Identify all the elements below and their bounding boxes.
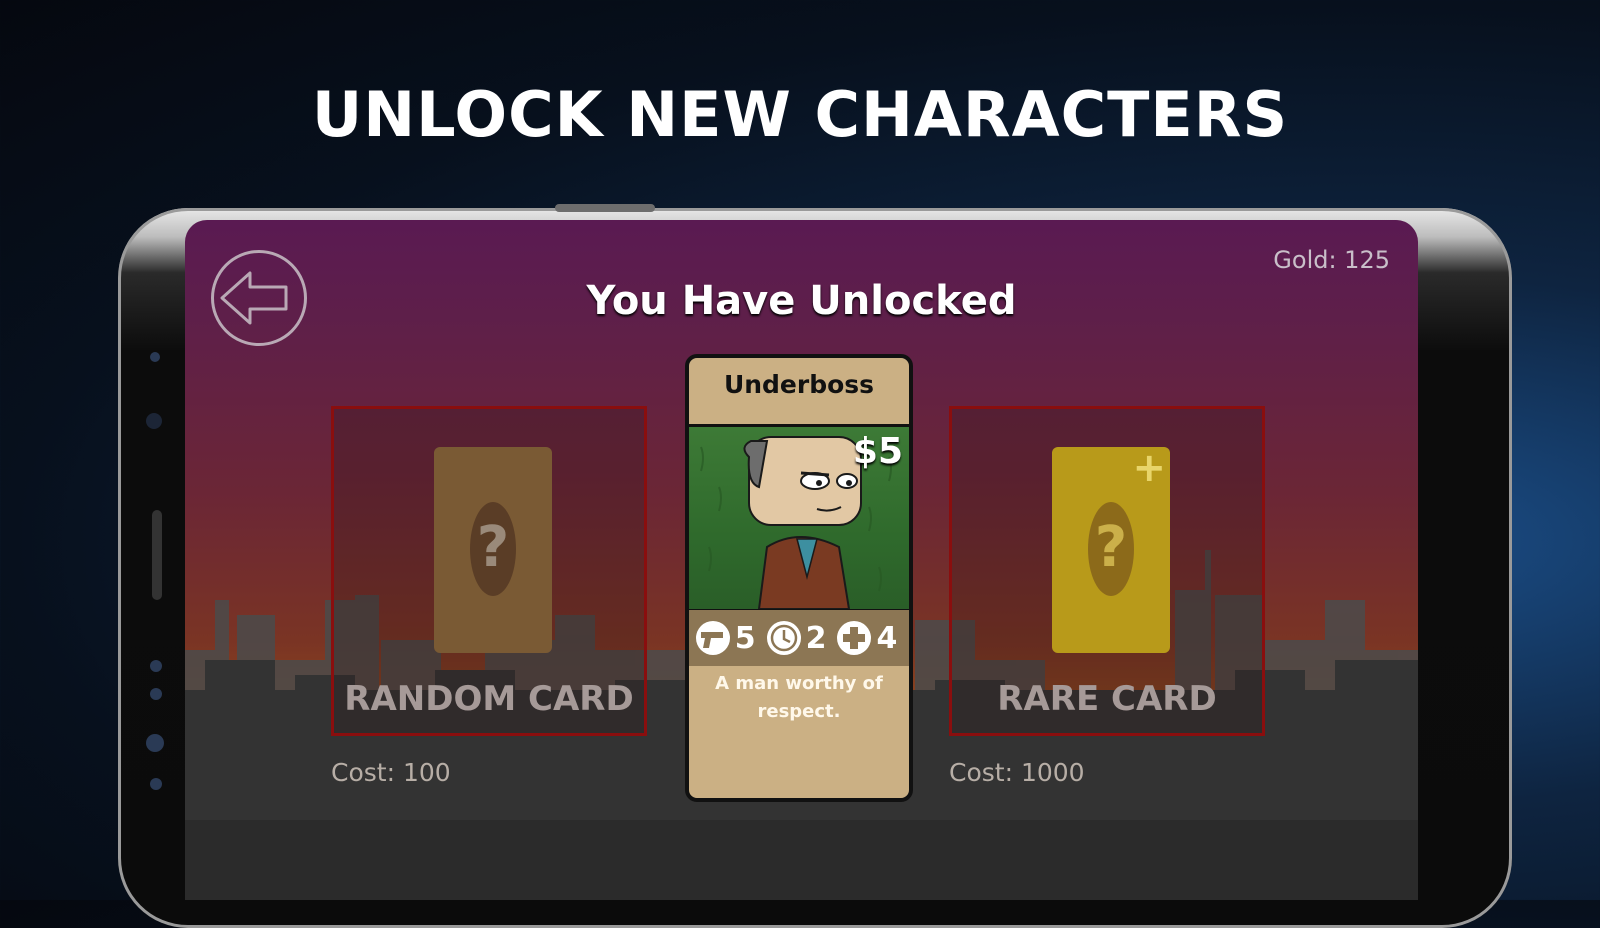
phone-sensor <box>150 688 162 700</box>
gun-icon <box>695 621 730 655</box>
mystery-card: ? <box>434 447 552 653</box>
phone-camera <box>146 413 162 429</box>
unlocked-character-card[interactable]: Underboss $5 5 2 4 A man worthy of respe… <box>685 354 913 802</box>
rare-card-offer[interactable]: ? + RARE CARD <box>949 406 1265 736</box>
plus-cross-icon <box>837 621 872 655</box>
question-mark-icon: ? <box>1094 515 1128 580</box>
character-stats: 5 2 4 <box>689 610 909 666</box>
phone-sensor <box>150 778 162 790</box>
question-mark-icon: ? <box>476 515 510 580</box>
phone-sensor <box>146 734 164 752</box>
clock-icon <box>766 621 801 655</box>
plus-icon: + <box>1132 445 1166 491</box>
random-card-label: RANDOM CARD <box>344 679 634 719</box>
character-name: Underboss <box>723 370 875 399</box>
time-value: 2 <box>805 620 827 656</box>
random-card-cost: Cost: 100 <box>331 758 451 787</box>
health-value: 4 <box>876 620 898 656</box>
screen-title: You Have Unlocked <box>586 278 1017 324</box>
phone-button <box>555 204 655 212</box>
character-portrait: $5 <box>689 424 909 612</box>
mystery-card: ? + <box>1052 445 1170 653</box>
phone-sensor <box>150 660 162 672</box>
promo-title: UNLOCK NEW CHARACTERS <box>311 78 1289 151</box>
random-card-offer[interactable]: ? RANDOM CARD <box>331 406 647 736</box>
rare-card-cost: Cost: 1000 <box>949 758 1085 787</box>
gold-counter: Gold: 125 <box>1273 246 1390 274</box>
rare-card-label: RARE CARD <box>997 679 1217 719</box>
phone-sensor <box>150 352 160 362</box>
game-screen: Gold: 125 You Have Unlocked ? RANDOM CAR… <box>185 220 1418 900</box>
attack-value: 5 <box>734 620 756 656</box>
character-description: A man worthy of respect. <box>715 673 883 722</box>
character-price: $5 <box>852 431 903 472</box>
phone-speaker-slot <box>152 510 162 600</box>
